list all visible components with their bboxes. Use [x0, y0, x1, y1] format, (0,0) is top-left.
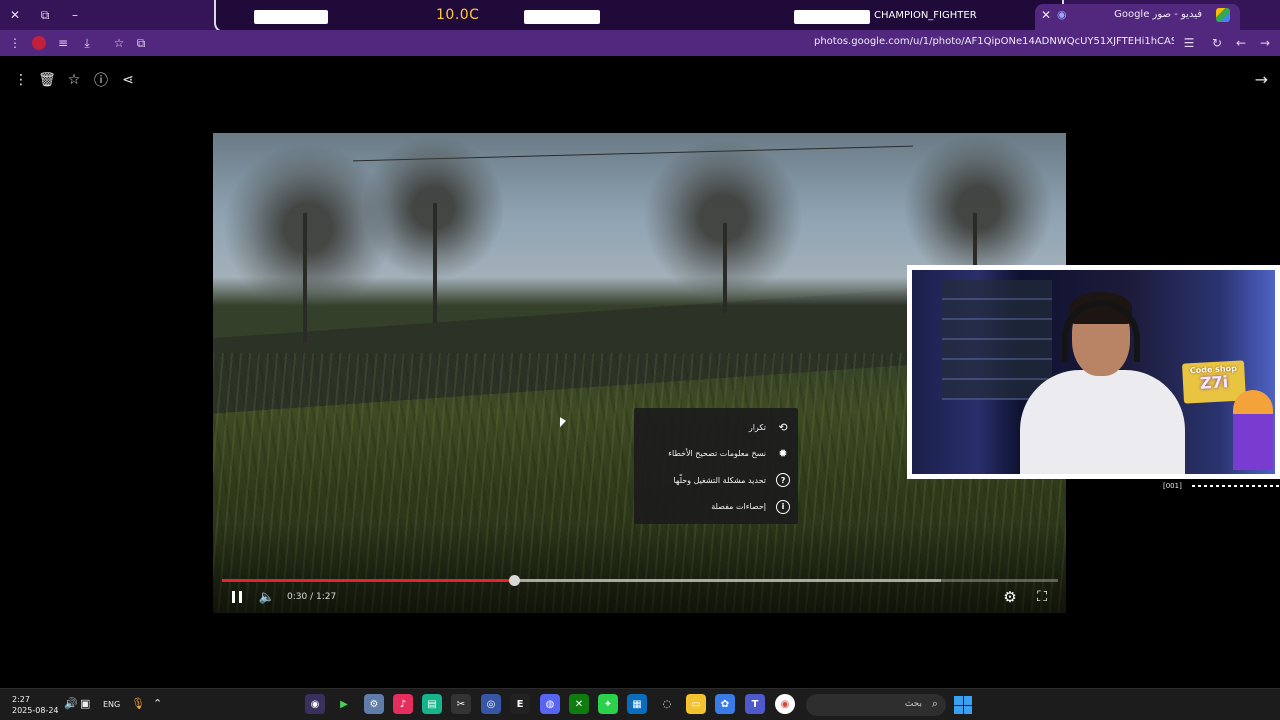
- browser-tab-strip: ✕ ⧉ – 10.0C CHAMPION_FIGHTER + ✕ ◉ فيديو…: [0, 0, 1280, 33]
- window-restore-icon[interactable]: ⧉: [30, 0, 60, 30]
- hud-score: 10.0C: [436, 7, 480, 23]
- app-icon-play[interactable]: ▶: [334, 694, 354, 714]
- context-item-stats[interactable]: i إحصاءات مفصلة: [634, 494, 798, 521]
- time-display: 0:30 / 1:27: [287, 592, 337, 602]
- language-indicator[interactable]: ENG: [103, 700, 120, 709]
- app-icon-chatgpt[interactable]: ◌: [657, 694, 677, 714]
- streamer-body: [1020, 370, 1185, 474]
- screen: ✕ ⧉ – 10.0C CHAMPION_FIGHTER + ✕ ◉ فيديو…: [0, 0, 1280, 720]
- app-icon-explorer[interactable]: ▭: [686, 694, 706, 714]
- extension-icon[interactable]: [32, 36, 46, 50]
- hud-white-box: [794, 10, 870, 24]
- background-shelf: [942, 280, 1052, 400]
- bookmark-star-icon[interactable]: ☆: [110, 34, 128, 52]
- hud-white-box: [524, 10, 600, 24]
- context-item-label: تحديد مشكلة التشغيل وحلّها: [673, 475, 766, 485]
- app-icon-obs[interactable]: ◎: [481, 694, 501, 714]
- app-icon-tiktok[interactable]: ♪: [393, 694, 413, 714]
- clock-time: 2:27: [12, 695, 30, 704]
- bug-icon: ✹: [778, 447, 788, 461]
- webcam-feed: Code shop Z7i: [912, 270, 1275, 474]
- app-icon-store[interactable]: ▦: [627, 694, 647, 714]
- app-icon-chat[interactable]: ▤: [422, 694, 442, 714]
- taskbar-search[interactable]: بحث ⌕: [806, 694, 946, 716]
- menu-icon[interactable]: ⋮: [6, 34, 24, 52]
- reload-icon[interactable]: ↻: [1208, 34, 1226, 52]
- app-icon-copilot[interactable]: ✿: [715, 694, 735, 714]
- more-icon[interactable]: ⋮: [11, 70, 31, 90]
- context-item-label: نسخ معلومات تصحيح الأخطاء: [668, 449, 766, 459]
- video-progress-bar[interactable]: [222, 575, 1058, 586]
- webcam-tag-line: [1192, 485, 1280, 487]
- install-app-icon[interactable]: ⧉: [132, 34, 150, 52]
- hud-white-box: [254, 10, 328, 24]
- windows-start-icon[interactable]: [954, 696, 972, 714]
- trash-icon[interactable]: 🗑: [37, 70, 57, 90]
- tab-google-photos[interactable]: ✕ ◉ فيديو - صور Google: [1035, 4, 1240, 30]
- progress-scrubber[interactable]: [508, 575, 520, 586]
- app-icon-settings[interactable]: ⚙: [364, 694, 384, 714]
- speaker-icon[interactable]: 🔊: [64, 697, 78, 710]
- star-icon[interactable]: ☆: [64, 70, 84, 90]
- played-bar: [222, 579, 514, 582]
- app-icon-capcut[interactable]: ✂: [451, 694, 471, 714]
- hud-player-name: CHAMPION_FIGHTER: [874, 10, 977, 21]
- microphone-icon[interactable]: 🎙: [131, 697, 145, 710]
- network-icon[interactable]: ▣: [80, 697, 90, 710]
- info-icon: i: [776, 499, 790, 514]
- tree-trunk: [433, 203, 437, 323]
- audio-icon: ◉: [1057, 8, 1067, 21]
- address-bar[interactable]: photos.google.com/u/1/photo/AF1QipONe14A…: [814, 36, 1174, 47]
- share-icon[interactable]: ⋖: [118, 70, 138, 90]
- download-icon[interactable]: ⤓: [78, 34, 96, 52]
- video-shade: [213, 523, 1066, 613]
- webcam-tag: [001]: [1163, 482, 1182, 490]
- context-item-label: إحصاءات مفصلة: [711, 502, 766, 512]
- clock-date: 2025-08-24: [12, 706, 59, 715]
- settings-gear-icon[interactable]: ⚙: [1001, 588, 1019, 606]
- taskbar: 2:27 2025-08-24 🔊 ▣ ENG 🎙 ⌃ ◉ ▶ ⚙ ♪ ▤ ✂ …: [0, 688, 1280, 720]
- webcam-overlay: Code shop Z7i: [907, 265, 1280, 479]
- sign-line-2: Z7i: [1199, 372, 1229, 393]
- stream-overlay-hud: 10.0C CHAMPION_FIGHTER: [214, 0, 1064, 33]
- forward-icon[interactable]: →: [1256, 34, 1274, 52]
- tree: [903, 133, 1053, 283]
- google-photos-icon: [1216, 8, 1230, 22]
- window-minimize-icon[interactable]: –: [60, 0, 90, 30]
- app-icon-epic[interactable]: E: [510, 694, 530, 714]
- app-icon-chrome[interactable]: ◉: [775, 694, 795, 714]
- info-icon[interactable]: ⓘ: [91, 70, 111, 90]
- site-settings-icon[interactable]: ☰: [1180, 34, 1198, 52]
- tree-trunk: [303, 213, 307, 343]
- taskbar-clock[interactable]: 2:27 2025-08-24: [12, 694, 59, 716]
- search-icon: ⌕: [931, 697, 938, 710]
- app-icon-green[interactable]: ✦: [598, 694, 618, 714]
- tab-title: فيديو - صور Google: [1114, 9, 1202, 20]
- help-icon: ?: [776, 473, 790, 488]
- media-icon[interactable]: ≡: [54, 34, 72, 52]
- app-icon-browser-active[interactable]: ◉: [305, 694, 325, 714]
- chevron-up-icon[interactable]: ⌃: [153, 697, 162, 710]
- app-icon-xbox[interactable]: ✕: [569, 694, 589, 714]
- context-item-troubleshoot[interactable]: ? تحديد مشكلة التشغيل وحلّها: [634, 467, 798, 494]
- player-context-menu: ⟲ تكرار ✹ نسخ معلومات تصحيح الأخطاء ? تح…: [634, 408, 798, 524]
- app-icon-discord[interactable]: ◍: [540, 694, 560, 714]
- loop-icon: ⟲: [778, 420, 788, 434]
- fullscreen-icon[interactable]: ⛶: [1033, 588, 1051, 606]
- context-item-label: تكرار: [748, 422, 766, 432]
- window-close-icon[interactable]: ✕: [0, 0, 30, 30]
- volume-icon[interactable]: 🔈: [259, 588, 275, 606]
- game-character: [1233, 390, 1273, 470]
- back-icon[interactable]: ←: [1232, 34, 1250, 52]
- tab-close-icon[interactable]: ✕: [1041, 8, 1051, 22]
- context-item-loop[interactable]: ⟲ تكرار: [634, 414, 798, 441]
- app-icon-teams[interactable]: T: [745, 694, 765, 714]
- browser-toolbar: ⋮ ≡ ⤓ ☆ ⧉ photos.google.com/u/1/photo/AF…: [0, 30, 1280, 56]
- search-placeholder: بحث: [904, 699, 922, 709]
- arrow-right-icon[interactable]: →: [1255, 70, 1268, 89]
- pause-button[interactable]: [230, 588, 244, 606]
- context-item-copy-debug[interactable]: ✹ نسخ معلومات تصحيح الأخطاء: [634, 441, 798, 468]
- tree-trunk: [723, 223, 727, 313]
